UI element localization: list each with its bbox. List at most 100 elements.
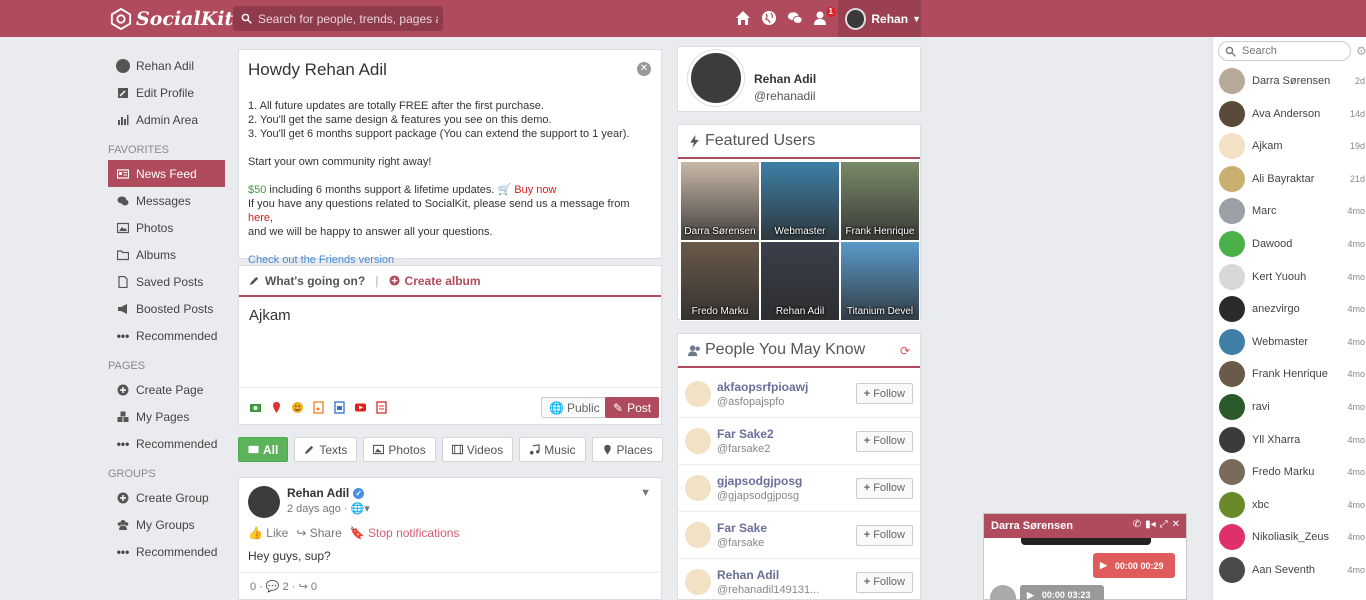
follow-button[interactable]: + Follow [855, 571, 913, 593]
filter-all[interactable]: All [238, 437, 289, 462]
chat-contact[interactable]: ravi 4mo [1213, 391, 1366, 423]
globe-icon[interactable] [760, 9, 778, 27]
sidebar-item-recommended[interactable]: ••• Recommended [108, 430, 225, 457]
camera-icon[interactable] [249, 401, 262, 414]
chat-contact[interactable]: Ava Anderson 14d [1213, 98, 1366, 130]
close-icon[interactable]: ✕ [637, 62, 651, 76]
friend-requests-icon[interactable]: 1 [812, 7, 835, 27]
music-file-icon[interactable] [312, 400, 325, 414]
post-textarea[interactable]: Ajkam [239, 297, 661, 387]
suggestion-name[interactable]: Rehan Adil [717, 568, 819, 582]
chat-search[interactable] [1218, 41, 1351, 61]
buy-now-link[interactable]: 🛒 Buy now [498, 184, 557, 196]
chat-contact[interactable]: Darra Sørensen 2d [1213, 65, 1366, 97]
chevron-down-icon[interactable]: ▼ [640, 487, 651, 499]
home-icon[interactable] [734, 9, 752, 27]
chat-contact[interactable]: Aan Seventh 4mo [1213, 554, 1366, 586]
here-link[interactable]: here [248, 212, 270, 224]
follow-button[interactable]: + Follow [855, 477, 913, 499]
avatar[interactable] [685, 380, 711, 407]
filter-music[interactable]: Music [519, 437, 586, 462]
follow-button[interactable]: + Follow [855, 524, 913, 546]
profile-name[interactable]: Rehan Adil [754, 72, 816, 86]
stop-notifications-button[interactable]: 🔖 Stop notifications [350, 526, 460, 540]
location-icon[interactable] [270, 401, 283, 414]
shares-count[interactable]: 0 [311, 581, 317, 593]
sidebar-item-admin-area[interactable]: Admin Area [108, 106, 225, 133]
close-icon[interactable]: ✕ [1172, 519, 1180, 530]
chat-contact[interactable]: Kert Yuouh 4mo [1213, 261, 1366, 293]
featured-user-tile[interactable]: Titanium Devel [840, 241, 920, 321]
search-input[interactable] [258, 11, 438, 26]
tab-create-album[interactable]: Create album [388, 274, 481, 288]
sidebar-item-edit-profile[interactable]: Edit Profile [108, 79, 225, 106]
file-icon[interactable] [375, 400, 388, 414]
sidebar-item-profile[interactable]: Rehan Adil [108, 52, 225, 79]
globe-icon[interactable]: 🌐▾ [351, 503, 370, 515]
audio-message[interactable]: ▶ 00:00 00:29 [1093, 553, 1175, 578]
user-menu[interactable]: Rehan ▼ [838, 0, 921, 37]
audio-message[interactable]: ▶ 00:00 03:23 [1020, 585, 1104, 600]
post-button[interactable]: ✎ Post [605, 397, 660, 418]
privacy-button[interactable]: 🌐 Public [541, 397, 608, 418]
filter-videos[interactable]: Videos [441, 437, 514, 462]
chat-contact[interactable]: Yll Xharra 4mo [1213, 424, 1366, 456]
phone-icon[interactable]: ✆ [1133, 519, 1141, 530]
play-icon[interactable]: ▶ [1100, 560, 1107, 571]
avatar[interactable] [685, 569, 711, 595]
chat-contact[interactable]: Ali Bayraktar 21d [1213, 163, 1366, 195]
chat-contact[interactable]: Frank Henrique 4mo [1213, 358, 1366, 390]
filter-texts[interactable]: Texts [294, 437, 358, 462]
chat-contact[interactable]: anezvirgo 4mo [1213, 293, 1366, 325]
filter-photos[interactable]: Photos [363, 437, 436, 462]
featured-user-tile[interactable]: Frank Henrique [840, 161, 920, 241]
search-box[interactable] [233, 6, 443, 31]
avatar[interactable] [685, 522, 711, 548]
chat-contact[interactable]: Webmaster 4mo [1213, 326, 1366, 358]
sidebar-item-recommended[interactable]: ••• Recommended [108, 322, 225, 349]
emoji-icon[interactable] [291, 401, 304, 414]
gear-icon[interactable]: ⚙ [1356, 44, 1366, 58]
likes-count[interactable]: 0 [250, 581, 256, 593]
sidebar-item-photos[interactable]: Photos [108, 214, 225, 241]
filter-places[interactable]: Places [591, 437, 663, 462]
play-icon[interactable]: ▶ [1027, 590, 1034, 600]
suggestion-name[interactable]: Far Sake2 [717, 427, 774, 441]
suggestion-name[interactable]: gjapsodgjposg [717, 474, 802, 488]
suggestion-name[interactable]: Far Sake [717, 521, 767, 535]
share-button[interactable]: ↪ Share [296, 526, 341, 540]
featured-user-tile[interactable]: Fredo Marku [680, 241, 760, 321]
follow-button[interactable]: + Follow [855, 383, 913, 404]
comments-count[interactable]: 2 [283, 581, 289, 593]
sidebar-item-saved-posts[interactable]: Saved Posts [108, 268, 225, 295]
expand-icon[interactable]: ⤢ [1160, 519, 1168, 530]
chat-contact[interactable]: Fredo Marku 4mo [1213, 456, 1366, 488]
avatar[interactable] [688, 50, 744, 106]
youtube-icon[interactable] [354, 401, 367, 414]
tab-status[interactable]: What's going on? [249, 274, 365, 288]
logo[interactable]: SocialKit [110, 8, 233, 30]
sidebar-item-messages[interactable]: Messages [108, 187, 225, 214]
sidebar-item-create-group[interactable]: Create Group [108, 484, 225, 511]
sidebar-item-my-groups[interactable]: My Groups [108, 511, 225, 538]
post-author[interactable]: Rehan Adil ✓ [287, 486, 370, 500]
messages-icon[interactable] [786, 9, 804, 27]
sidebar-item-recommended[interactable]: ••• Recommended [108, 538, 225, 565]
chat-contact[interactable]: Marc 4mo [1213, 195, 1366, 227]
featured-user-tile[interactable]: Webmaster [760, 161, 840, 241]
sidebar-item-albums[interactable]: Albums [108, 241, 225, 268]
chat-contact[interactable]: xbc 4mo [1213, 489, 1366, 521]
chat-contact[interactable]: Nikoliasik_Zeus 4mo [1213, 521, 1366, 553]
avatar[interactable] [685, 475, 711, 501]
chat-search-input[interactable] [1242, 45, 1342, 57]
refresh-icon[interactable]: ⟳ [900, 344, 910, 358]
featured-user-tile[interactable]: Rehan Adil [760, 241, 840, 321]
featured-user-tile[interactable]: Darra Sørensen [680, 161, 760, 241]
follow-button[interactable]: + Follow [855, 430, 913, 452]
avatar[interactable] [248, 486, 280, 518]
suggestion-name[interactable]: akfaopsrfpioawj [717, 380, 808, 394]
chat-contact[interactable]: Dawood 4mo [1213, 228, 1366, 260]
sidebar-item-boosted-posts[interactable]: Boosted Posts [108, 295, 225, 322]
avatar[interactable] [685, 428, 711, 454]
video-icon[interactable]: ▮◂ [1145, 519, 1156, 530]
